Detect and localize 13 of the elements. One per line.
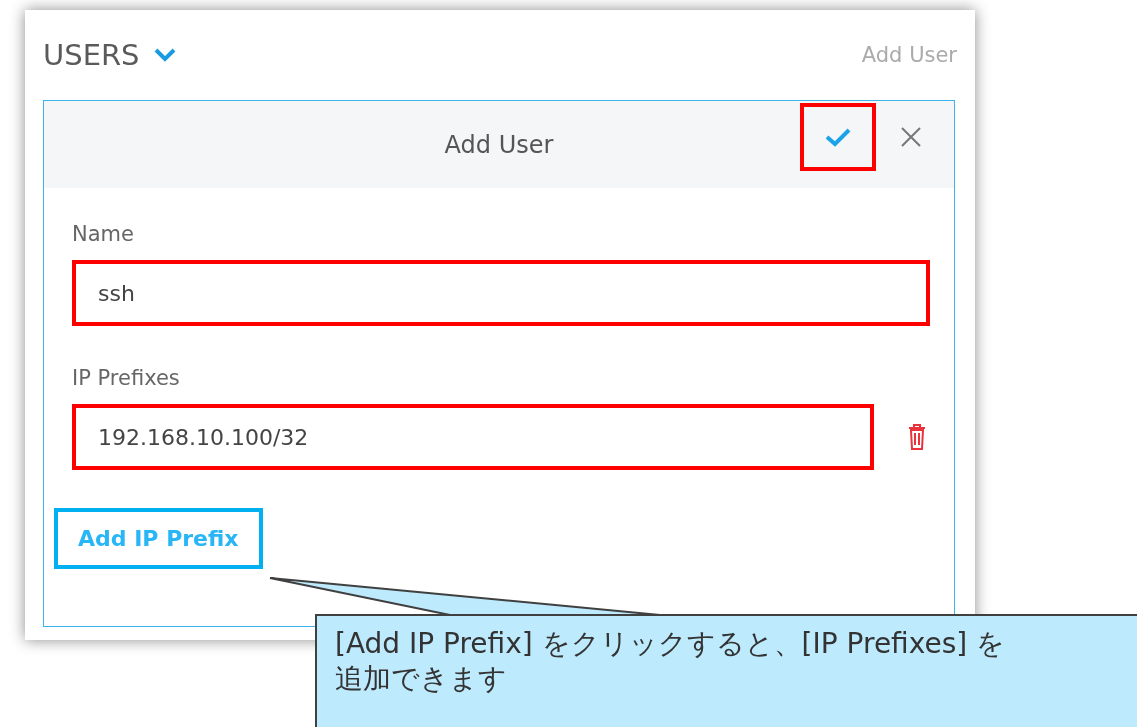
panel-title: USERS	[43, 38, 140, 72]
close-icon	[900, 125, 922, 148]
trash-icon[interactable]	[908, 424, 926, 450]
check-icon	[825, 126, 851, 147]
confirm-button[interactable]	[800, 102, 876, 171]
dialog-title: Add User	[444, 130, 554, 159]
callout-text: [Add IP Prefix] をクリックすると、[IP Prefixes] を	[335, 626, 1006, 661]
input-field[interactable]: ssh	[72, 260, 930, 326]
callout-text: 追加できます	[335, 661, 507, 696]
chevron-down-icon[interactable]	[153, 48, 176, 62]
field-label: IP Prefixes	[72, 366, 180, 390]
field-label: Name	[72, 222, 134, 246]
input-field[interactable]: 192.168.10.100/32	[72, 404, 874, 470]
